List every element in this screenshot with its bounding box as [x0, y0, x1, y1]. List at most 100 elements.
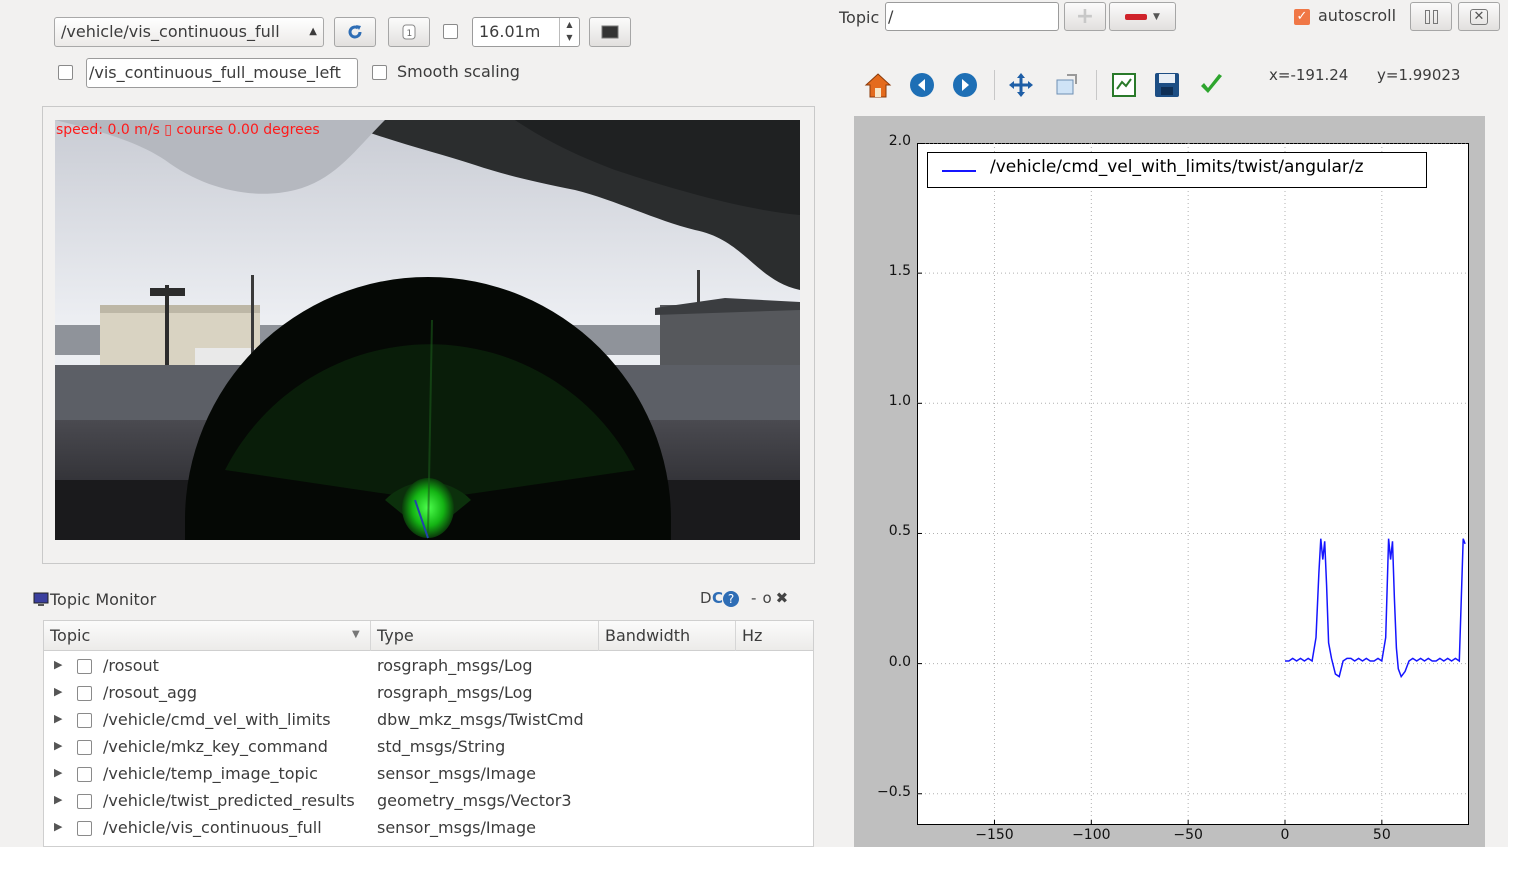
toolbar-separator — [1096, 70, 1097, 100]
max-range-spinbox[interactable]: 16.01m ▲ ▼ — [472, 17, 580, 47]
table-row[interactable]: ▶ /rosout rosgraph_msgs/Log — [44, 653, 813, 680]
legend-swatch — [942, 170, 976, 172]
zoom-rect-icon[interactable] — [1052, 71, 1080, 99]
x-tick-label: 50 — [1372, 827, 1391, 843]
plot-topic-label: Topic — [839, 8, 880, 27]
combo-arrows-icon: ▲ — [309, 26, 317, 37]
smooth-scaling-checkbox[interactable] — [372, 65, 387, 80]
plot-topic-field[interactable]: / — [885, 2, 1059, 31]
expand-arrow-icon[interactable]: ▶ — [54, 820, 62, 833]
dynamic-range-checkbox[interactable] — [443, 24, 458, 39]
autoscroll-label: autoscroll — [1318, 6, 1397, 25]
expand-arrow-icon[interactable]: ▶ — [54, 793, 62, 806]
spin-arrows-icon[interactable]: ▲ ▼ — [559, 18, 579, 46]
y-tick-label: 0.0 — [888, 653, 911, 670]
row-topic: /vehicle/mkz_key_command — [103, 737, 328, 756]
row-type: rosgraph_msgs/Log — [377, 656, 533, 675]
save-image-button[interactable] — [589, 17, 631, 47]
expand-arrow-icon[interactable]: ▶ — [54, 766, 62, 779]
refresh-button[interactable] — [334, 17, 376, 47]
row-checkbox[interactable] — [77, 686, 92, 701]
plus-icon: + — [1075, 4, 1095, 29]
row-topic: /rosout — [103, 656, 159, 675]
table-row[interactable]: ▶ /rosout_agg rosgraph_msgs/Log — [44, 680, 813, 707]
home-icon[interactable] — [864, 71, 892, 99]
pause-button[interactable] — [1410, 2, 1452, 31]
row-checkbox[interactable] — [77, 740, 92, 755]
help-icon[interactable]: ? — [723, 591, 740, 607]
autoscroll-checkbox[interactable]: ✓ — [1294, 9, 1310, 25]
smooth-scaling-label: Smooth scaling — [397, 62, 520, 81]
camera-image[interactable] — [55, 120, 800, 540]
zoom-1-button[interactable]: 1 — [388, 17, 430, 47]
column-bandwidth[interactable]: Bandwidth — [599, 621, 736, 651]
table-row[interactable]: ▶ /vehicle/twist_predicted_results geome… — [44, 788, 813, 815]
float-icon[interactable]: o — [762, 589, 771, 607]
pause-icon-bar — [1432, 9, 1438, 24]
y-tick-label: 1.5 — [888, 263, 911, 280]
check-icon[interactable] — [1197, 71, 1225, 99]
minimize-icon[interactable]: - — [751, 589, 756, 607]
table-header: Topic ▼ Type Bandwidth Hz — [44, 621, 813, 651]
column-topic[interactable]: Topic — [44, 621, 371, 651]
monitor-icon — [33, 592, 49, 606]
save-icon[interactable] — [1153, 71, 1181, 99]
max-range-value: 16.01m — [479, 22, 541, 41]
x-tick-label: −150 — [975, 827, 1014, 843]
row-type: geometry_msgs/Vector3 — [377, 791, 572, 810]
remove-topic-button[interactable]: ▼ — [1109, 2, 1176, 31]
table-row[interactable]: ▶ /vehicle/vis_continuous_full sensor_ms… — [44, 815, 813, 842]
expand-arrow-icon[interactable]: ▶ — [54, 658, 62, 671]
mouse-topic-value: /vis_continuous_full_mouse_left — [89, 63, 341, 82]
image-topic-combo[interactable]: /vehicle/vis_continuous_full ▲ — [54, 17, 324, 47]
row-topic: /vehicle/vis_continuous_full — [103, 818, 322, 837]
minus-icon — [1125, 13, 1148, 20]
row-checkbox[interactable] — [77, 794, 92, 809]
pause-icon — [1424, 9, 1430, 24]
row-checkbox[interactable] — [77, 767, 92, 782]
reload-icon[interactable]: C — [712, 589, 723, 607]
row-topic: /vehicle/cmd_vel_with_limits — [103, 710, 331, 729]
row-type: sensor_msgs/Image — [377, 764, 536, 783]
camera-scene — [55, 120, 800, 540]
expand-arrow-icon[interactable]: ▶ — [54, 739, 62, 752]
expand-arrow-icon[interactable]: ▶ — [54, 685, 62, 698]
pan-icon[interactable] — [1007, 71, 1035, 99]
table-row[interactable]: ▶ /vehicle/temp_image_topic sensor_msgs/… — [44, 761, 813, 788]
configure-subplots-icon[interactable] — [1110, 71, 1138, 99]
mouse-topic-field[interactable]: /vis_continuous_full_mouse_left — [86, 58, 358, 88]
plot-topic-value: / — [888, 7, 894, 26]
rqt-window: /vehicle/vis_continuous_full ▲ 1 16.01m … — [0, 0, 1508, 847]
plot-lines — [917, 143, 1469, 825]
row-checkbox[interactable] — [77, 659, 92, 674]
x-tick-label: 0 — [1280, 827, 1290, 843]
row-topic: /rosout_agg — [103, 683, 198, 702]
y-tick-label: −0.5 — [877, 783, 911, 800]
image-topic-value: /vehicle/vis_continuous_full — [61, 22, 280, 41]
topic-monitor-table: Topic ▼ Type Bandwidth Hz ▶ /rosout rosg… — [43, 620, 814, 847]
y-tick-label: 2.0 — [888, 133, 911, 149]
column-type[interactable]: Type — [371, 621, 599, 651]
screen-icon — [601, 25, 619, 39]
add-topic-button[interactable]: + — [1064, 2, 1106, 31]
forward-icon[interactable] — [951, 71, 979, 99]
table-row[interactable]: ▶ /vehicle/cmd_vel_with_limits dbw_mkz_m… — [44, 707, 813, 734]
clear-icon: ✕ — [1469, 8, 1489, 25]
y-tick-label: 0.5 — [888, 523, 911, 540]
row-type: dbw_mkz_msgs/TwistCmd — [377, 710, 584, 729]
table-row[interactable]: ▶ /vehicle/mkz_key_command std_msgs/Stri… — [44, 734, 813, 761]
mouse-publish-checkbox[interactable] — [58, 65, 73, 80]
dock-debug-icon[interactable]: D — [700, 589, 712, 607]
row-checkbox[interactable] — [77, 713, 92, 728]
row-checkbox[interactable] — [77, 821, 92, 836]
expand-arrow-icon[interactable]: ▶ — [54, 712, 62, 725]
zoom-1-icon: 1 — [402, 24, 416, 40]
back-icon[interactable] — [908, 71, 936, 99]
svg-text:1: 1 — [407, 29, 413, 39]
cursor-x-readout: x=-191.24 — [1269, 66, 1349, 84]
close-icon[interactable]: ✖ — [776, 589, 789, 607]
clear-button[interactable]: ✕ — [1458, 2, 1500, 31]
row-type: rosgraph_msgs/Log — [377, 683, 533, 702]
plot-legend: /vehicle/cmd_vel_with_limits/twist/angul… — [927, 152, 1427, 188]
column-hz[interactable]: Hz — [736, 621, 813, 651]
